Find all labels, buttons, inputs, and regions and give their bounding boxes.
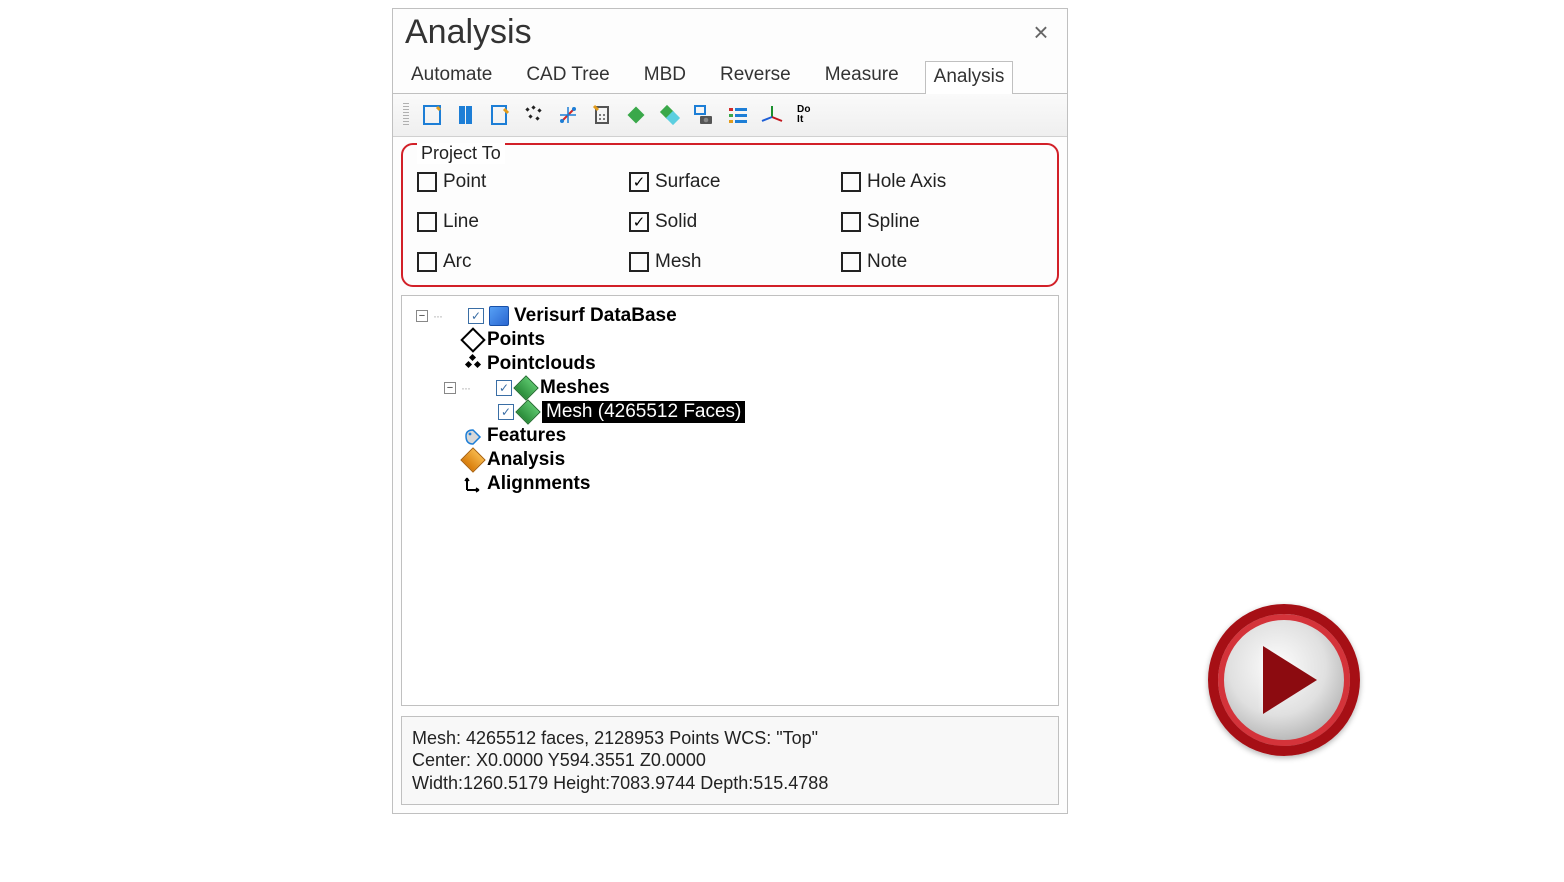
tree-item-features[interactable]: Features	[408, 424, 1052, 448]
tree-item-mesh-selected[interactable]: ✓ Mesh (4265512 Faces)	[408, 400, 1052, 424]
checkbox-mesh[interactable]: Mesh	[629, 251, 831, 273]
toolbar-align-icon[interactable]	[553, 100, 583, 130]
toolbar-camera-icon[interactable]	[689, 100, 719, 130]
database-tree[interactable]: − ··· ✓ Verisurf DataBase Points Pointcl…	[401, 295, 1059, 706]
close-icon[interactable]: ×	[1027, 17, 1055, 48]
tree-checkbox[interactable]: ✓	[468, 308, 484, 324]
play-button[interactable]	[1208, 604, 1360, 756]
tab-mbd[interactable]: MBD	[636, 60, 694, 93]
tree-item-meshes[interactable]: − ··· ✓ Meshes	[408, 376, 1052, 400]
tree-item-alignments[interactable]: Alignments	[408, 472, 1052, 496]
tree-root[interactable]: − ··· ✓ Verisurf DataBase	[408, 304, 1052, 328]
toolbar: DoIt	[393, 94, 1067, 137]
checkbox-line[interactable]: Line	[417, 211, 619, 233]
checkbox-surface[interactable]: ✓Surface	[629, 171, 831, 193]
checkbox-arc-label: Arc	[443, 251, 472, 273]
toolbar-axes-icon[interactable]	[757, 100, 787, 130]
analysis-panel: Analysis × Automate CAD Tree MBD Reverse…	[392, 8, 1068, 814]
checkbox-hole-axis[interactable]: Hole Axis	[841, 171, 1043, 193]
info-panel: Mesh: 4265512 faces, 2128953 Points WCS:…	[401, 716, 1059, 806]
tree-points-label: Points	[487, 329, 545, 351]
pointcloud-icon	[464, 355, 482, 373]
checkbox-arc[interactable]: Arc	[417, 251, 619, 273]
collapse-icon[interactable]: −	[444, 382, 456, 394]
checkbox-point[interactable]: Point	[417, 171, 619, 193]
info-line-3: Width:1260.5179 Height:7083.9744 Depth:5…	[412, 772, 1048, 795]
checkbox-hole-axis-label: Hole Axis	[867, 171, 946, 193]
mesh-icon	[515, 399, 540, 424]
tree-item-points[interactable]: Points	[408, 328, 1052, 352]
tab-reverse[interactable]: Reverse	[712, 60, 799, 93]
tree-analysis-label: Analysis	[487, 449, 565, 471]
checkbox-spline-label: Spline	[867, 211, 920, 233]
tree-pointclouds-label: Pointclouds	[487, 353, 596, 375]
toolbar-list-icon[interactable]	[723, 100, 753, 130]
tree-connector: ···	[433, 309, 463, 323]
checkbox-spline[interactable]: Spline	[841, 211, 1043, 233]
panel-title: Analysis	[405, 13, 532, 52]
tree-connector: ···	[461, 381, 491, 395]
checkbox-solid-label: Solid	[655, 211, 697, 233]
tab-bar: Automate CAD Tree MBD Reverse Measure An…	[393, 52, 1067, 94]
toolbar-edit-icon[interactable]	[485, 100, 515, 130]
alignments-icon	[464, 475, 482, 493]
analysis-icon	[460, 447, 485, 472]
tab-measure[interactable]: Measure	[817, 60, 907, 93]
toolbar-grip[interactable]	[403, 103, 409, 127]
project-to-grid: Point ✓Surface Hole Axis Line ✓Solid Spl…	[417, 171, 1043, 273]
tree-item-analysis[interactable]: Analysis	[408, 448, 1052, 472]
checkbox-point-label: Point	[443, 171, 486, 193]
tree-alignments-label: Alignments	[487, 473, 590, 495]
checkbox-note[interactable]: Note	[841, 251, 1043, 273]
database-icon	[489, 306, 509, 326]
toolbar-do-it-button[interactable]: DoIt	[795, 103, 813, 128]
toolbar-report-icon[interactable]	[417, 100, 447, 130]
checkbox-line-label: Line	[443, 211, 479, 233]
toolbar-diamond-copy-icon[interactable]	[655, 100, 685, 130]
tab-cad-tree[interactable]: CAD Tree	[518, 60, 617, 93]
point-icon	[460, 327, 485, 352]
tree-root-label: Verisurf DataBase	[514, 305, 677, 327]
tree-checkbox[interactable]: ✓	[496, 380, 512, 396]
tree-features-label: Features	[487, 425, 566, 447]
tab-analysis[interactable]: Analysis	[925, 61, 1014, 94]
checkbox-mesh-label: Mesh	[655, 251, 701, 273]
project-to-label: Project To	[417, 143, 505, 164]
features-icon	[464, 427, 482, 445]
info-line-2: Center: X0.0000 Y594.3551 Z0.0000	[412, 749, 1048, 772]
tree-item-pointclouds[interactable]: Pointclouds	[408, 352, 1052, 376]
checkbox-solid[interactable]: ✓Solid	[629, 211, 831, 233]
tab-automate[interactable]: Automate	[403, 60, 500, 93]
toolbar-book-icon[interactable]	[451, 100, 481, 130]
collapse-icon[interactable]: −	[416, 310, 428, 322]
checkbox-surface-label: Surface	[655, 171, 720, 193]
toolbar-pointcloud-icon[interactable]	[519, 100, 549, 130]
checkbox-note-label: Note	[867, 251, 907, 273]
toolbar-calc-icon[interactable]	[587, 100, 617, 130]
play-icon	[1263, 646, 1317, 714]
mesh-group-icon	[513, 375, 538, 400]
panel-header: Analysis ×	[393, 9, 1067, 52]
project-to-group: Project To Point ✓Surface Hole Axis Line…	[401, 143, 1059, 287]
info-line-1: Mesh: 4265512 faces, 2128953 Points WCS:…	[412, 727, 1048, 750]
tree-meshes-label: Meshes	[540, 377, 610, 399]
tree-mesh-item-label: Mesh (4265512 Faces)	[542, 401, 745, 423]
tree-checkbox[interactable]: ✓	[498, 404, 514, 420]
toolbar-diamond-green-icon[interactable]	[621, 100, 651, 130]
